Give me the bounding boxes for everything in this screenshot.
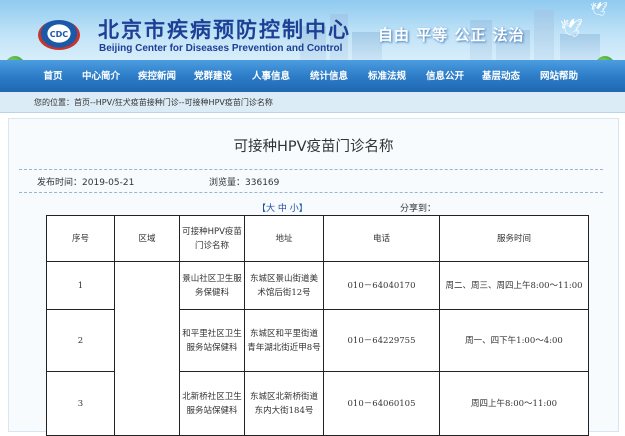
- bird-icon: 🕊: [590, 2, 608, 18]
- table-header-row: 序号 区域 可接种HPV疫苗门诊名称 地址 电话 服务时间: [46, 215, 589, 262]
- clinic-table: 序号 区域 可接种HPV疫苗门诊名称 地址 电话 服务时间 1 景山社区卫生服务…: [46, 215, 589, 436]
- cell-address: 东城区景山街道美术馆后街12号: [244, 261, 324, 310]
- cell-no: 2: [46, 309, 115, 372]
- divider: [19, 169, 603, 170]
- cell-clinic-name: 和平里社区卫生服务站保健科: [179, 309, 245, 372]
- cell-hours: 周二、周三、周四上午8:00～11:00: [439, 261, 589, 310]
- main-nav: 首页 中心简介 疾控新闻 党群建设 人事信息 统计信息 标准法规 信息公开 基层…: [0, 60, 625, 92]
- col-header-no: 序号: [46, 215, 115, 262]
- views-value: 336169: [245, 178, 280, 188]
- cell-hours: 周一、四下午1:00～4:00: [439, 309, 589, 372]
- nav-item-news[interactable]: 疾控新闻: [134, 60, 180, 92]
- publish-label: 发布时间：: [37, 178, 83, 188]
- nav-item-help[interactable]: 网站帮助: [536, 60, 582, 92]
- cell-phone: 010－64229755: [323, 309, 440, 372]
- article-panel: 可接种HPV疫苗门诊名称 发布时间：2019-05-21 浏览量：336169 …: [8, 118, 619, 436]
- share-label: 分享到：: [400, 204, 437, 214]
- nav-item-home[interactable]: 首页: [38, 60, 68, 92]
- cell-address: 东城区和平里街道青年湖北街近甲8号: [244, 309, 324, 372]
- cell-no: 3: [46, 371, 115, 436]
- cell-hours: 周四上午8:00～11:00: [439, 371, 589, 436]
- nav-item-statistics[interactable]: 统计信息: [306, 60, 352, 92]
- col-header-phone: 电话: [323, 215, 440, 262]
- table-row: 1 景山社区卫生服务保健科 东城区景山街道美术馆后街12号 010－640401…: [46, 261, 589, 436]
- col-header-district: 区域: [114, 215, 180, 262]
- views-label: 浏览量：: [209, 178, 246, 188]
- publish-date: 发布时间：2019-05-21: [37, 175, 134, 188]
- breadcrumb: 您的位置：首页--HPV/狂犬疫苗接种门诊--可接种HPV疫苗门诊名称: [0, 92, 625, 113]
- nav-item-personnel[interactable]: 人事信息: [248, 60, 294, 92]
- site-subtitle: Beijing Center for Diseases Prevention a…: [99, 43, 343, 54]
- divider: [19, 192, 603, 193]
- col-header-address: 地址: [244, 215, 324, 262]
- cell-phone: 010－64040170: [323, 261, 440, 310]
- nav-item-regulations[interactable]: 标准法规: [364, 60, 410, 92]
- breadcrumb-text[interactable]: 您的位置：首页--HPV/狂犬疫苗接种门诊--可接种HPV疫苗门诊名称: [34, 97, 273, 108]
- cell-no: 1: [46, 261, 115, 310]
- page-title: 可接种HPV疫苗门诊名称: [233, 139, 394, 155]
- cell-clinic-name: 景山社区卫生服务保健科: [179, 261, 245, 310]
- nav-item-party[interactable]: 党群建设: [190, 60, 236, 92]
- cell-phone: 010－64060105: [323, 371, 440, 436]
- view-count: 浏览量：336169: [209, 175, 279, 188]
- cell-district: [114, 261, 180, 436]
- cdc-logo[interactable]: CDC: [38, 20, 80, 50]
- nav-item-grassroots[interactable]: 基层动态: [478, 60, 524, 92]
- header-banner: CDC 北京市疾病预防控制中心 Beijing Center for Disea…: [0, 0, 625, 60]
- cell-clinic-name: 北新桥社区卫生服务站保健科: [179, 371, 245, 436]
- bird-icon: 🕊: [560, 18, 583, 39]
- motto-slogan: 自由 平等 公正 法治: [378, 26, 525, 44]
- site-title: 北京市疾病预防控制中心: [98, 17, 351, 42]
- font-size-switcher[interactable]: 【大 中 小】: [257, 201, 308, 214]
- col-header-clinic: 可接种HPV疫苗门诊名称: [179, 215, 245, 262]
- publish-date-value: 2019-05-21: [82, 178, 135, 188]
- logo-text: CDC: [49, 30, 69, 39]
- cell-address: 东城区北新桥街道东内大街184号: [244, 371, 324, 436]
- nav-item-disclosure[interactable]: 信息公开: [422, 60, 468, 92]
- col-header-hours: 服务时间: [439, 215, 589, 262]
- nav-item-about[interactable]: 中心简介: [78, 60, 124, 92]
